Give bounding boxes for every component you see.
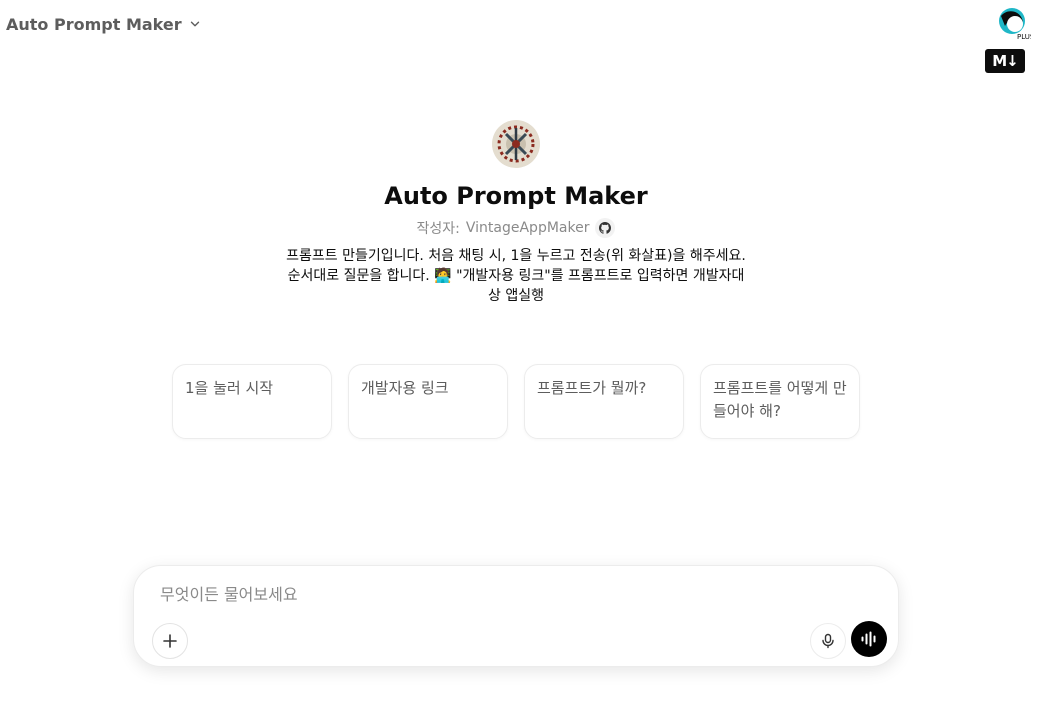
dictate-button[interactable] [810, 623, 846, 659]
chevron-down-icon [190, 21, 199, 27]
add-attachment-button[interactable] [152, 623, 188, 659]
voice-mode-button[interactable] [851, 621, 887, 657]
gpt-title-dropdown[interactable]: Auto Prompt Maker [6, 12, 202, 36]
gpt-name: Auto Prompt Maker [384, 182, 648, 210]
gpt-hero: Auto Prompt Maker 작성자: VintageAppMaker 프… [0, 120, 1032, 306]
plus-icon [163, 634, 177, 648]
starter-card[interactable]: 1을 눌러 시작 [172, 364, 332, 439]
gpt-avatar [492, 120, 540, 168]
github-icon[interactable] [595, 218, 616, 238]
voice-waveform-icon [861, 631, 876, 647]
starter-card[interactable]: 개발자용 링크 [348, 364, 508, 439]
starter-card[interactable]: 프롬프트가 뭘까? [524, 364, 684, 439]
microphone-icon [822, 633, 834, 649]
message-input[interactable] [160, 582, 840, 606]
author-name[interactable]: VintageAppMaker [466, 220, 590, 236]
conversation-starters: 1을 눌러 시작 개발자용 링크 프롬프트가 뭘까? 프롬프트를 어떻게 만들어… [172, 364, 860, 439]
gpt-title-label: Auto Prompt Maker [6, 14, 182, 34]
author-prefix: 작성자: [416, 221, 460, 237]
starter-card[interactable]: 프롬프트를 어떻게 만들어야 해? [700, 364, 860, 439]
markdown-icon: M↓ [992, 52, 1018, 70]
message-composer [133, 565, 899, 667]
extension-plus-icon[interactable]: PLUS [995, 6, 1035, 42]
plus-badge-text: PLUS [1017, 33, 1031, 41]
markdown-export-button[interactable]: M↓ [985, 49, 1025, 73]
gpt-description: 프롬프트 만들기입니다. 처음 채팅 시, 1을 누르고 전송(위 화살표)을 … [286, 248, 746, 304]
author-line: 작성자: VintageAppMaker [0, 218, 1032, 238]
